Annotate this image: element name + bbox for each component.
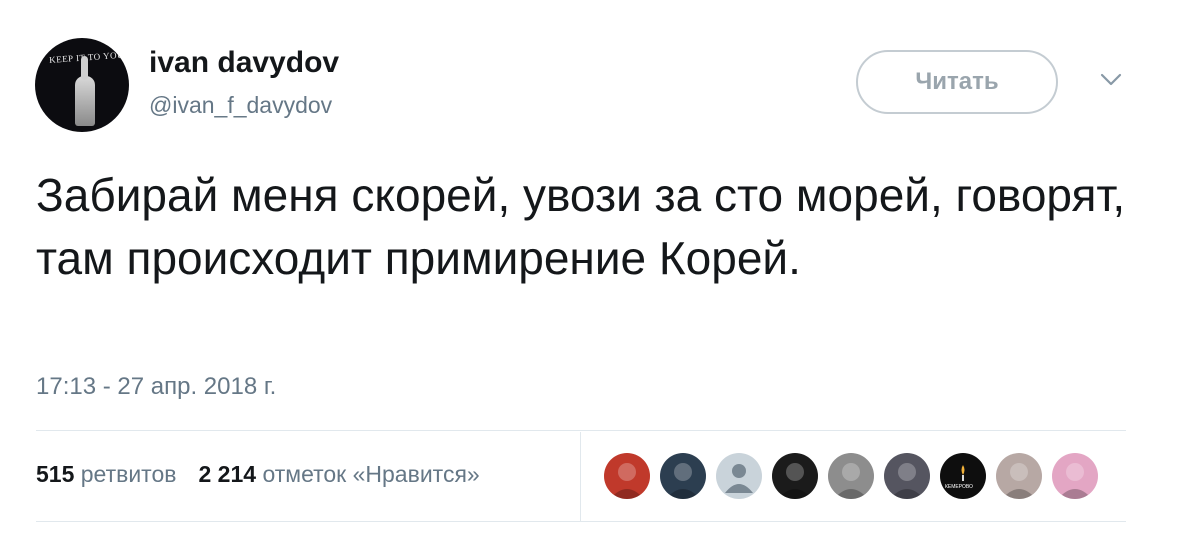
liker-avatar-4[interactable] <box>772 453 818 499</box>
liker-avatar-1[interactable] <box>604 453 650 499</box>
divider-top <box>36 430 1126 431</box>
liker-avatar-caption: КЕМЕРОВО <box>945 484 973 490</box>
liker-face-icon <box>1058 463 1092 499</box>
stats-separator <box>580 432 581 522</box>
liker-face-icon <box>778 463 812 499</box>
retweets-label: ретвитов <box>80 461 177 487</box>
liker-avatar-2[interactable] <box>660 453 706 499</box>
tweet-text: Забирай меня скорей, увози за сто морей,… <box>36 169 1126 284</box>
liker-avatar-3[interactable] <box>716 453 762 499</box>
tweet-stats: 515 ретвитов 2 214 отметок «Нравится» <box>36 461 480 488</box>
likes-count: 2 214 <box>198 461 257 487</box>
liker-face-icon <box>834 463 868 499</box>
liker-face-icon <box>890 463 924 499</box>
liker-avatar-8[interactable] <box>996 453 1042 499</box>
retweets-count: 515 <box>36 461 75 487</box>
chevron-down-icon[interactable] <box>1100 72 1122 88</box>
liker-face-icon <box>1002 463 1036 499</box>
avatar-hand-graphic <box>75 56 95 126</box>
candle-icon <box>961 465 965 481</box>
retweets-stat[interactable]: 515 ретвитов <box>36 461 176 487</box>
avatar[interactable]: KEEP IT TO YOURSELF BUDDY <box>35 38 129 132</box>
liker-avatar-9[interactable] <box>1052 453 1098 499</box>
liker-avatar-5[interactable] <box>828 453 874 499</box>
liker-avatar-7[interactable]: КЕМЕРОВО <box>940 453 986 499</box>
likes-label: отметок «Нравится» <box>262 461 480 487</box>
liker-avatar-6[interactable] <box>884 453 930 499</box>
divider-bottom <box>36 521 1126 522</box>
tweet-timestamp[interactable]: 17:13 - 27 апр. 2018 г. <box>36 373 276 401</box>
follow-button[interactable]: Читать <box>856 50 1058 114</box>
liker-face-icon <box>666 463 700 499</box>
default-avatar-icon <box>725 464 753 493</box>
avatar-caption: KEEP IT TO YOURSELF BUDDY <box>48 47 129 65</box>
display-name[interactable]: ivan davydov <box>149 46 339 80</box>
likes-stat[interactable]: 2 214 отметок «Нравится» <box>198 461 479 487</box>
liker-face-icon <box>610 463 644 499</box>
user-handle[interactable]: @ivan_f_davydov <box>149 92 332 119</box>
